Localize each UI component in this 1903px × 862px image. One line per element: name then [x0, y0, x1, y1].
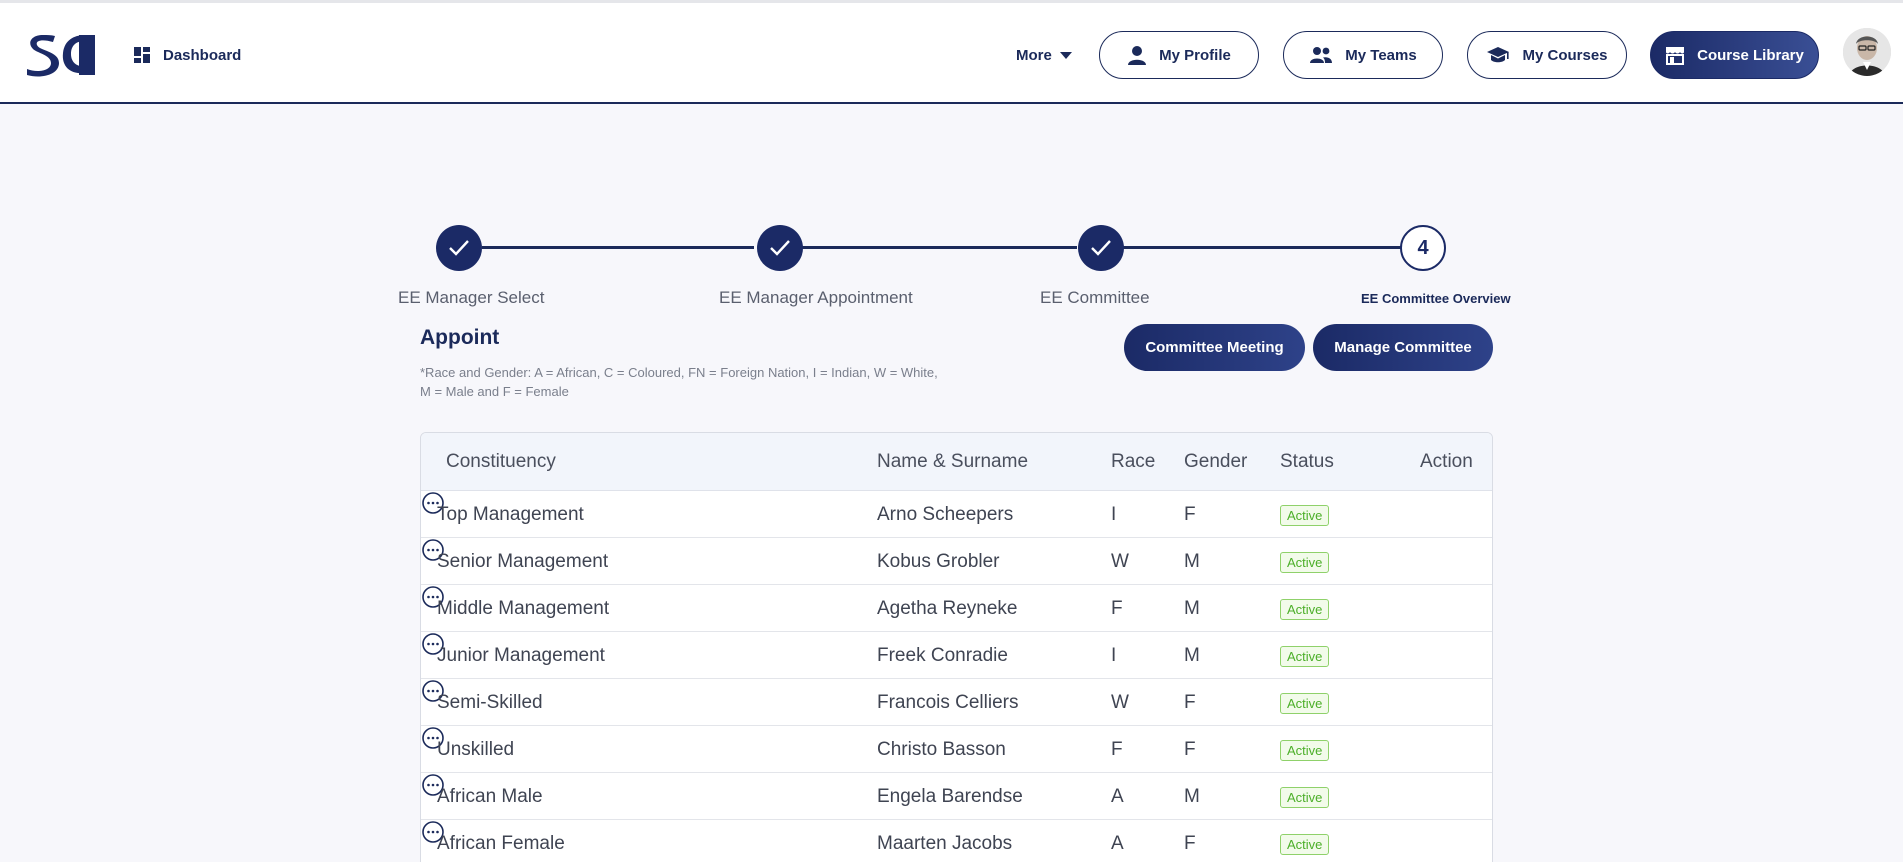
race-gender-legend: *Race and Gender: A = African, C = Colou…: [420, 365, 938, 399]
cell-name: Francois Celliers: [877, 692, 1019, 713]
cell-race: A: [1111, 786, 1124, 807]
cell-constituency: African Male: [437, 786, 543, 807]
table-row[interactable]: Senior Management Kobus Grobler W M Acti…: [421, 538, 1492, 585]
status-badge: Active: [1280, 505, 1330, 526]
cell-constituency: African Female: [437, 833, 565, 854]
progress-stepper: 4 EE Manager Select EE Manager Appointme…: [0, 0, 1903, 320]
table-header: Constituency Name & Surname Race Gender …: [421, 433, 1492, 491]
status-badge: Active: [1280, 552, 1330, 573]
table-row[interactable]: Middle Management Agetha Reyneke F M Act…: [421, 585, 1492, 632]
step-4-label: EE Committee Overview: [1361, 291, 1511, 306]
table-row[interactable]: Junior Management Freek Conradie I M Act…: [421, 632, 1492, 679]
cell-constituency: Senior Management: [437, 551, 609, 572]
table-row[interactable]: Top Management Arno Scheepers I F Active: [421, 491, 1492, 538]
cell-race: I: [1111, 645, 1117, 666]
step-connector: [802, 246, 1077, 249]
status-badge: Active: [1280, 834, 1330, 855]
cell-name: Arno Scheepers: [877, 504, 1014, 525]
cell-gender: M: [1184, 645, 1200, 666]
checkmark-icon: [449, 240, 469, 256]
cell-constituency: Unskilled: [437, 739, 515, 760]
cell-gender: F: [1184, 833, 1196, 854]
step-2-complete[interactable]: [757, 225, 803, 271]
cell-race: W: [1111, 551, 1129, 572]
step-1-complete[interactable]: [436, 225, 482, 271]
step-4-number: 4: [1417, 236, 1429, 259]
column-header-name: Name & Surname: [877, 451, 1029, 472]
cell-race: A: [1111, 833, 1124, 854]
status-badge: Active: [1280, 693, 1330, 714]
cell-name: Freek Conradie: [877, 645, 1008, 666]
committee-table: Constituency Name & Surname Race Gender …: [420, 432, 1493, 862]
cell-constituency: Junior Management: [437, 645, 605, 666]
cell-race: I: [1111, 504, 1117, 525]
column-header-constituency: Constituency: [446, 451, 556, 472]
cell-name: Christo Basson: [877, 739, 1006, 760]
section-title: Appoint: [420, 326, 500, 349]
cell-race: F: [1111, 739, 1123, 760]
cell-name: Engela Barendse: [877, 786, 1023, 807]
column-header-race: Race: [1111, 451, 1156, 472]
column-header-action: Action: [1420, 451, 1473, 472]
cell-gender: M: [1184, 786, 1200, 807]
column-header-status: Status: [1280, 451, 1334, 472]
step-4-current[interactable]: 4: [1400, 225, 1446, 271]
cell-gender: M: [1184, 551, 1200, 572]
table-row[interactable]: Semi-Skilled Francois Celliers W F Activ…: [421, 679, 1492, 726]
cell-name: Kobus Grobler: [877, 551, 1000, 572]
cell-name: Agetha Reyneke: [877, 598, 1018, 619]
cell-gender: F: [1184, 739, 1196, 760]
step-1-label: EE Manager Select: [398, 288, 545, 307]
table-row[interactable]: African Female Maarten Jacobs A F Active: [421, 820, 1492, 862]
status-badge: Active: [1280, 646, 1330, 667]
step-2-label: EE Manager Appointment: [719, 288, 913, 307]
cell-gender: M: [1184, 598, 1200, 619]
checkmark-icon: [770, 240, 790, 256]
step-3-label: EE Committee: [1040, 288, 1150, 307]
column-header-gender: Gender: [1184, 451, 1248, 472]
cell-gender: F: [1184, 504, 1196, 525]
checkmark-icon: [1091, 240, 1111, 256]
cell-constituency: Semi-Skilled: [437, 692, 543, 713]
status-badge: Active: [1280, 787, 1330, 808]
step-3-complete[interactable]: [1078, 225, 1124, 271]
step-connector: [1123, 246, 1401, 249]
status-badge: Active: [1280, 740, 1330, 761]
step-connector: [482, 246, 754, 249]
cell-gender: F: [1184, 692, 1196, 713]
cell-constituency: Top Management: [437, 504, 584, 525]
cell-race: F: [1111, 598, 1123, 619]
table-row[interactable]: African Male Engela Barendse A M Active: [421, 773, 1492, 820]
cell-constituency: Middle Management: [437, 598, 610, 619]
status-badge: Active: [1280, 599, 1330, 620]
cell-race: W: [1111, 692, 1129, 713]
table-row[interactable]: Unskilled Christo Basson F F Active: [421, 726, 1492, 773]
cell-name: Maarten Jacobs: [877, 833, 1013, 854]
committee-meeting-button[interactable]: Committee Meeting: [1124, 324, 1305, 371]
manage-committee-button[interactable]: Manage Committee: [1313, 324, 1493, 371]
